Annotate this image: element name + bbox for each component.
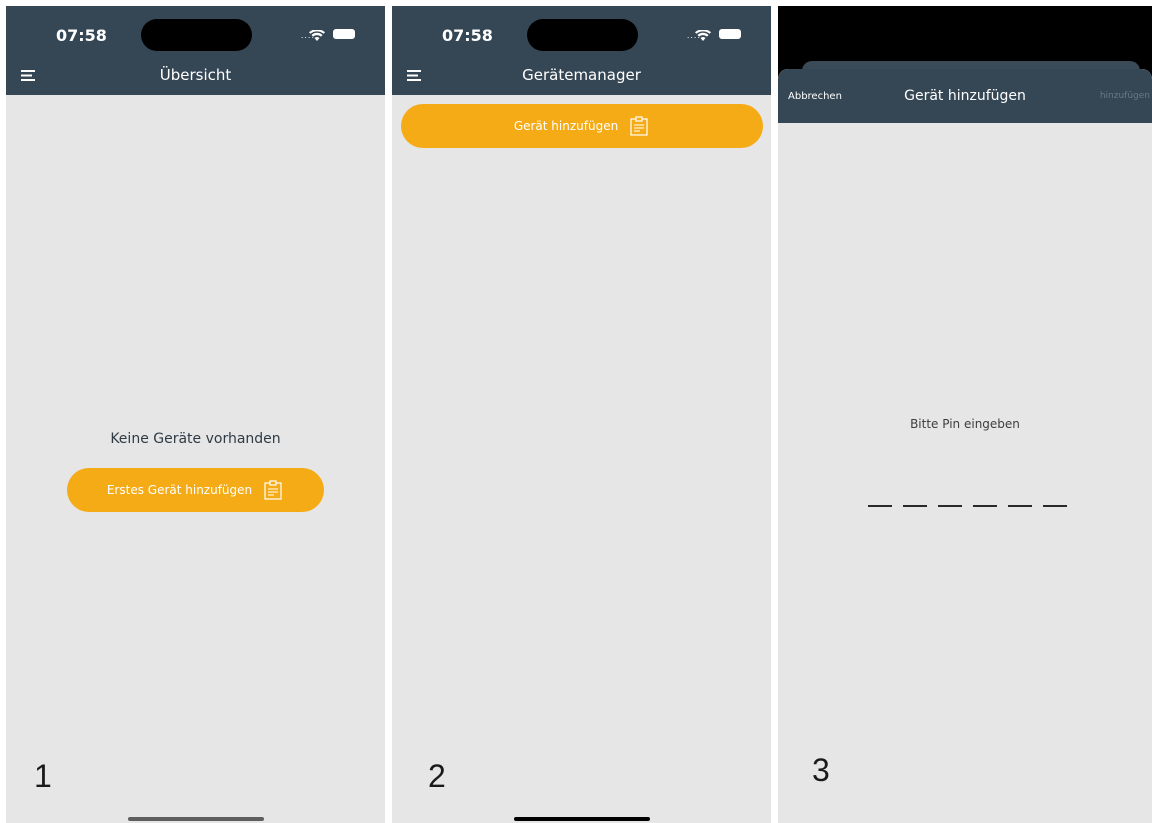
modal-title: Gerät hinzufügen bbox=[904, 88, 1026, 104]
nav-bar: 07:58 .... Übersicht bbox=[6, 6, 385, 95]
add-first-device-label: Erstes Gerät hinzufügen bbox=[106, 483, 253, 497]
pin-input[interactable] bbox=[868, 505, 1067, 507]
battery-icon bbox=[719, 29, 741, 39]
add-device-button[interactable]: Gerät hinzufügen bbox=[401, 104, 763, 148]
screen-add-device-modal: Abbrechen Gerät hinzufügen hinzufügen Bi… bbox=[778, 6, 1152, 823]
pin-digit-field[interactable] bbox=[973, 505, 997, 507]
page-title: Gerätemanager bbox=[522, 66, 641, 84]
pin-digit-field[interactable] bbox=[903, 505, 927, 507]
pin-digit-field[interactable] bbox=[868, 505, 892, 507]
dynamic-island bbox=[527, 19, 638, 51]
modal-header: Abbrechen Gerät hinzufügen hinzufügen bbox=[778, 69, 1152, 123]
battery-icon bbox=[333, 29, 355, 39]
add-device-label: Gerät hinzufügen bbox=[513, 119, 619, 133]
step-number: 3 bbox=[812, 752, 830, 788]
screen-overview: 07:58 .... Übersicht Keine Geräte vorhan… bbox=[6, 6, 385, 823]
status-time: 07:58 bbox=[442, 26, 493, 45]
pin-digit-field[interactable] bbox=[1043, 505, 1067, 507]
add-button[interactable]: hinzufügen bbox=[1100, 91, 1150, 101]
screen-device-manager: 07:58 .... Gerätemanager Gerät hinzufüge… bbox=[392, 6, 771, 823]
add-first-device-button[interactable]: Erstes Gerät hinzufügen bbox=[67, 468, 324, 512]
modal-sheet: Abbrechen Gerät hinzufügen hinzufügen Bi… bbox=[778, 69, 1152, 823]
step-number: 2 bbox=[428, 758, 446, 794]
empty-state-message: Keine Geräte vorhanden bbox=[110, 431, 281, 447]
clipboard-icon bbox=[630, 116, 648, 136]
pin-prompt: Bitte Pin eingeben bbox=[910, 417, 1020, 431]
home-indicator[interactable] bbox=[127, 817, 264, 821]
wifi-icon bbox=[309, 30, 325, 41]
step-number: 1 bbox=[34, 758, 52, 794]
status-time: 07:58 bbox=[56, 26, 107, 45]
home-indicator[interactable] bbox=[513, 817, 650, 821]
dynamic-island bbox=[141, 19, 252, 51]
pin-digit-field[interactable] bbox=[938, 505, 962, 507]
nav-bar: 07:58 .... Gerätemanager bbox=[392, 6, 771, 95]
clipboard-icon bbox=[264, 480, 282, 500]
wifi-icon bbox=[695, 30, 711, 41]
page-title: Übersicht bbox=[159, 66, 232, 84]
pin-digit-field[interactable] bbox=[1008, 505, 1032, 507]
